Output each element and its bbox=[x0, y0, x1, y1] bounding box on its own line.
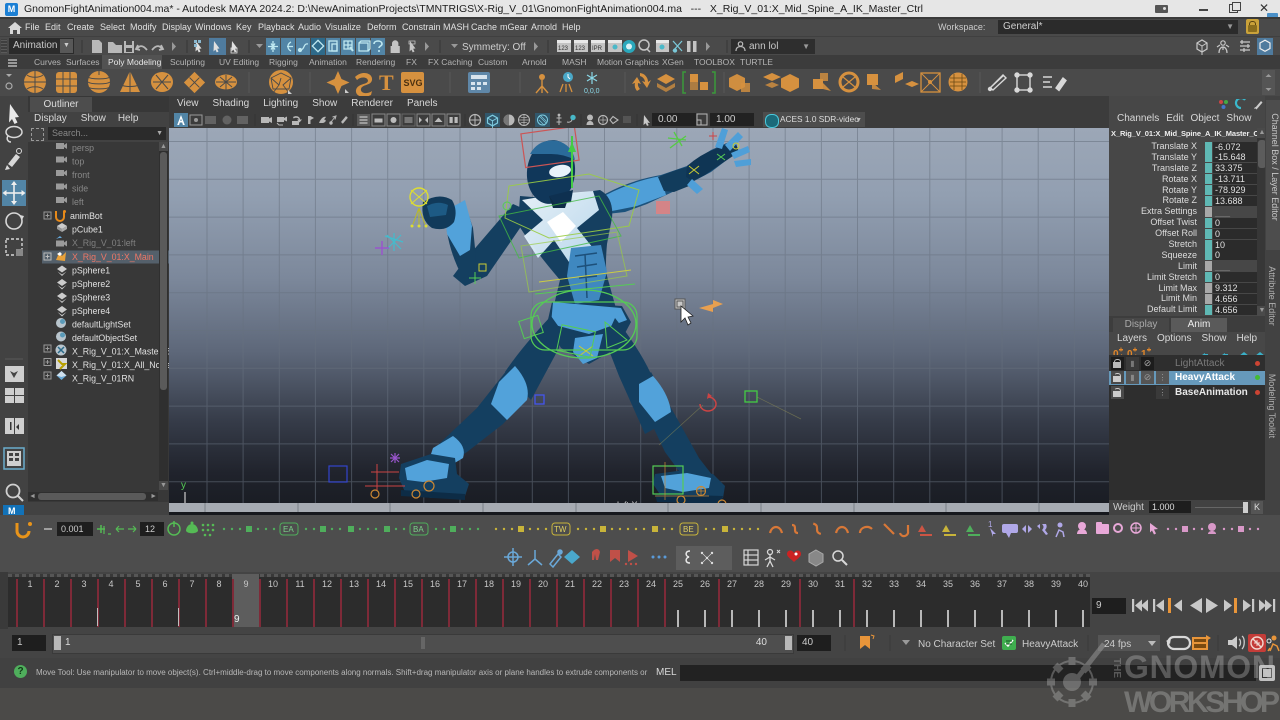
svg-text:side: side bbox=[72, 184, 88, 194]
svg-text:123: 123 bbox=[558, 46, 569, 52]
svg-text:EA: EA bbox=[283, 525, 294, 534]
svg-text:top: top bbox=[72, 157, 84, 167]
svg-text:Symmetry: Off: Symmetry: Off bbox=[462, 42, 526, 53]
svg-text:T: T bbox=[379, 70, 394, 95]
svg-text:y: y bbox=[181, 480, 186, 491]
svg-text:12: 12 bbox=[145, 524, 155, 534]
svg-text:X_Rig_V_01:left: X_Rig_V_01:left bbox=[72, 238, 136, 248]
svg-text:front: front bbox=[72, 170, 90, 180]
svg-text:animBot: animBot bbox=[70, 211, 103, 221]
svg-text:X_Rig_V_01RN: X_Rig_V_01RN bbox=[72, 374, 134, 384]
svg-text:X_Rig_V_01:X_Main: X_Rig_V_01:X_Main bbox=[72, 252, 154, 262]
svg-text:No Character Set: No Character Set bbox=[918, 639, 995, 650]
svg-text:TW: TW bbox=[554, 525, 567, 534]
svg-text:THE: THE bbox=[1111, 658, 1122, 678]
svg-text:defaultLightSet: defaultLightSet bbox=[72, 320, 131, 330]
svg-text:BA: BA bbox=[413, 525, 424, 534]
svg-text:1: 1 bbox=[988, 520, 993, 529]
svg-text:pCube1: pCube1 bbox=[72, 225, 103, 235]
svg-text:0.001: 0.001 bbox=[61, 524, 84, 534]
svg-text:SVG: SVG bbox=[404, 78, 423, 88]
svg-text:pSphere3: pSphere3 bbox=[72, 293, 110, 303]
svg-text:pSphere2: pSphere2 bbox=[72, 279, 110, 289]
svg-text:WORKSHOP: WORKSHOP bbox=[1124, 686, 1280, 719]
svg-text:IPR: IPR bbox=[592, 46, 603, 52]
svg-text:123: 123 bbox=[575, 46, 586, 52]
svg-text:defaultObjectSet: defaultObjectSet bbox=[72, 333, 138, 343]
svg-text:0,0,0: 0,0,0 bbox=[584, 88, 600, 95]
svg-text:BE: BE bbox=[683, 525, 694, 534]
svg-text:GNOMON: GNOMON bbox=[1124, 649, 1276, 685]
svg-text:M: M bbox=[8, 506, 16, 515]
svg-text:pSphere4: pSphere4 bbox=[72, 306, 110, 316]
svg-text:left: left bbox=[72, 197, 84, 207]
svg-text:pSphere1: pSphere1 bbox=[72, 266, 110, 276]
svg-text:persp: persp bbox=[72, 143, 94, 153]
